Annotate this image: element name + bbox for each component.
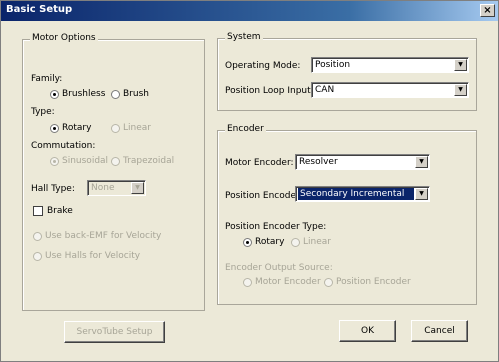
radio-unselected-icon (111, 123, 120, 133)
type-rotary-label: Rotary (62, 123, 92, 133)
radio-unselected-icon (291, 237, 300, 247)
close-icon: × (483, 5, 492, 16)
chevron-down-icon[interactable]: ▼ (131, 182, 144, 194)
family-brushless-radio[interactable]: Brushless (50, 89, 105, 99)
encoder-type-rotary-radio[interactable]: Rotary (243, 237, 284, 247)
basic-setup-dialog: Basic Setup × Motor Options Family: Brus… (0, 0, 499, 362)
radio-unselected-icon (33, 231, 42, 241)
position-loop-input-value: CAN (315, 85, 335, 95)
brake-checkbox[interactable]: Brake (33, 206, 73, 216)
position-encoder-select[interactable]: Secondary Incremental ▼ (295, 186, 430, 202)
position-encoder-label: Position Encoder: (225, 191, 303, 201)
output-motor-encoder-label: Motor Encoder (255, 277, 321, 287)
output-position-encoder-label: Position Encoder (336, 277, 411, 287)
family-brushless-label: Brushless (62, 89, 106, 99)
commutation-label: Commutation: (31, 141, 96, 151)
motor-encoder-value: Resolver (299, 157, 338, 167)
family-label: Family: (31, 74, 63, 84)
position-encoder-type-label: Position Encoder Type: (225, 222, 327, 232)
system-group: System (217, 32, 477, 111)
title-bar[interactable]: Basic Setup × (1, 1, 498, 21)
use-halls-velocity-radio[interactable]: Use Halls for Velocity (33, 251, 140, 261)
radio-selected-icon (243, 237, 252, 247)
ok-button[interactable]: OK (339, 320, 396, 342)
commutation-sinusoidal-radio[interactable]: Sinusoidal (50, 156, 108, 166)
motor-encoder-select[interactable]: Resolver ▼ (295, 154, 430, 170)
radio-selected-icon (50, 123, 59, 133)
servotube-setup-label: ServoTube Setup (76, 327, 153, 337)
brake-label: Brake (47, 206, 73, 216)
position-loop-input-select[interactable]: CAN ▼ (311, 82, 469, 98)
window-title: Basic Setup (6, 4, 73, 15)
type-linear-label: Linear (123, 123, 151, 133)
operating-mode-select[interactable]: Position ▼ (311, 57, 469, 73)
operating-mode-value: Position (315, 60, 351, 70)
encoder-legend: Encoder (225, 124, 266, 134)
chevron-down-icon[interactable]: ▼ (415, 156, 428, 168)
radio-selected-icon (50, 156, 59, 166)
position-encoder-value: Secondary Incremental (298, 188, 414, 200)
output-motor-encoder-radio[interactable]: Motor Encoder (243, 277, 321, 287)
radio-unselected-icon (111, 89, 120, 99)
hall-type-value: None (91, 183, 115, 193)
use-back-emf-radio[interactable]: Use back-EMF for Velocity (33, 231, 161, 241)
cancel-label: Cancel (424, 326, 455, 336)
operating-mode-label: Operating Mode: (225, 61, 301, 71)
radio-selected-icon (50, 89, 59, 99)
chevron-down-icon[interactable]: ▼ (415, 188, 428, 200)
encoder-type-linear-label: Linear (303, 237, 331, 247)
type-label: Type: (31, 107, 55, 117)
encoder-output-source-label: Encoder Output Source: (225, 263, 333, 273)
servotube-setup-button[interactable]: ServoTube Setup (64, 321, 165, 343)
hall-type-select[interactable]: None ▼ (87, 180, 146, 196)
hall-type-label: Hall Type: (31, 184, 75, 194)
position-loop-input-label: Position Loop Input: (225, 86, 314, 96)
radio-unselected-icon (111, 156, 120, 166)
chevron-down-icon[interactable]: ▼ (454, 59, 467, 71)
commutation-trapezoidal-label: Trapezoidal (123, 156, 175, 166)
radio-unselected-icon (243, 277, 252, 287)
radio-unselected-icon (33, 251, 42, 261)
radio-unselected-icon (324, 277, 333, 287)
family-brush-label: Brush (123, 89, 149, 99)
encoder-type-rotary-label: Rotary (255, 237, 285, 247)
family-brush-radio[interactable]: Brush (111, 89, 149, 99)
close-button[interactable]: × (480, 4, 495, 17)
system-legend: System (225, 32, 263, 42)
encoder-type-linear-radio[interactable]: Linear (291, 237, 331, 247)
ok-label: OK (361, 326, 374, 336)
cancel-button[interactable]: Cancel (411, 320, 468, 342)
motor-options-legend: Motor Options (30, 33, 98, 43)
type-rotary-radio[interactable]: Rotary (50, 123, 91, 133)
use-halls-velocity-label: Use Halls for Velocity (45, 251, 141, 261)
commutation-trapezoidal-radio[interactable]: Trapezoidal (111, 156, 174, 166)
checkbox-icon (33, 206, 43, 216)
motor-encoder-label: Motor Encoder: (225, 158, 294, 168)
use-back-emf-label: Use back-EMF for Velocity (45, 231, 162, 241)
type-linear-radio[interactable]: Linear (111, 123, 151, 133)
commutation-sinusoidal-label: Sinusoidal (62, 156, 109, 166)
chevron-down-icon[interactable]: ▼ (454, 84, 467, 96)
output-position-encoder-radio[interactable]: Position Encoder (324, 277, 411, 287)
